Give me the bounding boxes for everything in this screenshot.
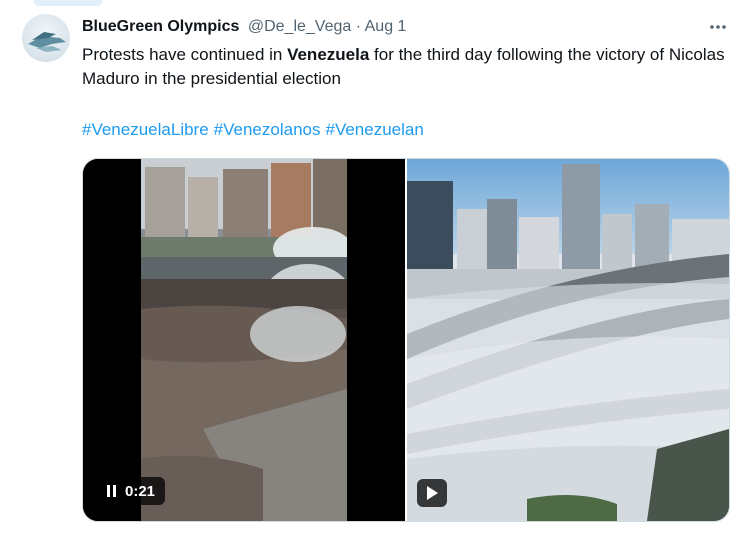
video-left-frame	[83, 159, 405, 521]
video-right-frame	[407, 159, 729, 521]
tweet-date[interactable]: Aug 1	[365, 18, 407, 35]
tweet-text: Protests have continued in Venezuela for…	[82, 43, 737, 91]
media-grid: 0:21	[82, 158, 730, 522]
author-name[interactable]: BlueGreen Olympics	[82, 18, 239, 35]
hashtag-venezuelan[interactable]: #Venezuelan	[326, 120, 424, 139]
video-timer-badge[interactable]: 0:21	[97, 477, 166, 505]
top-tab-indicator	[34, 0, 102, 6]
hashtag-list: #VenezuelaLibre #Venezolanos #Venezuelan	[82, 118, 429, 142]
video-right[interactable]	[407, 159, 729, 521]
avatar[interactable]	[22, 14, 70, 62]
separator-dot: ·	[355, 18, 362, 35]
play-button[interactable]	[417, 479, 447, 507]
tweet-text-start: Protests have continued in	[82, 45, 288, 64]
avatar-image	[28, 32, 66, 52]
hashtag-venezuelalibre[interactable]: #VenezuelaLibre	[82, 120, 209, 139]
play-icon	[427, 486, 438, 500]
more-horizontal-icon	[710, 25, 726, 29]
video-duration: 0:21	[125, 482, 156, 500]
pause-icon	[107, 485, 116, 497]
author-handle[interactable]: @De_le_Vega	[248, 18, 351, 35]
more-options-button[interactable]	[707, 16, 729, 38]
tweet-header: BlueGreen Olympics @De_le_Vega · Aug 1	[82, 17, 406, 37]
tweet-text-bold: Venezuela	[287, 45, 370, 64]
hashtag-venezolanos[interactable]: #Venezolanos	[214, 120, 321, 139]
video-left[interactable]: 0:21	[83, 159, 405, 521]
